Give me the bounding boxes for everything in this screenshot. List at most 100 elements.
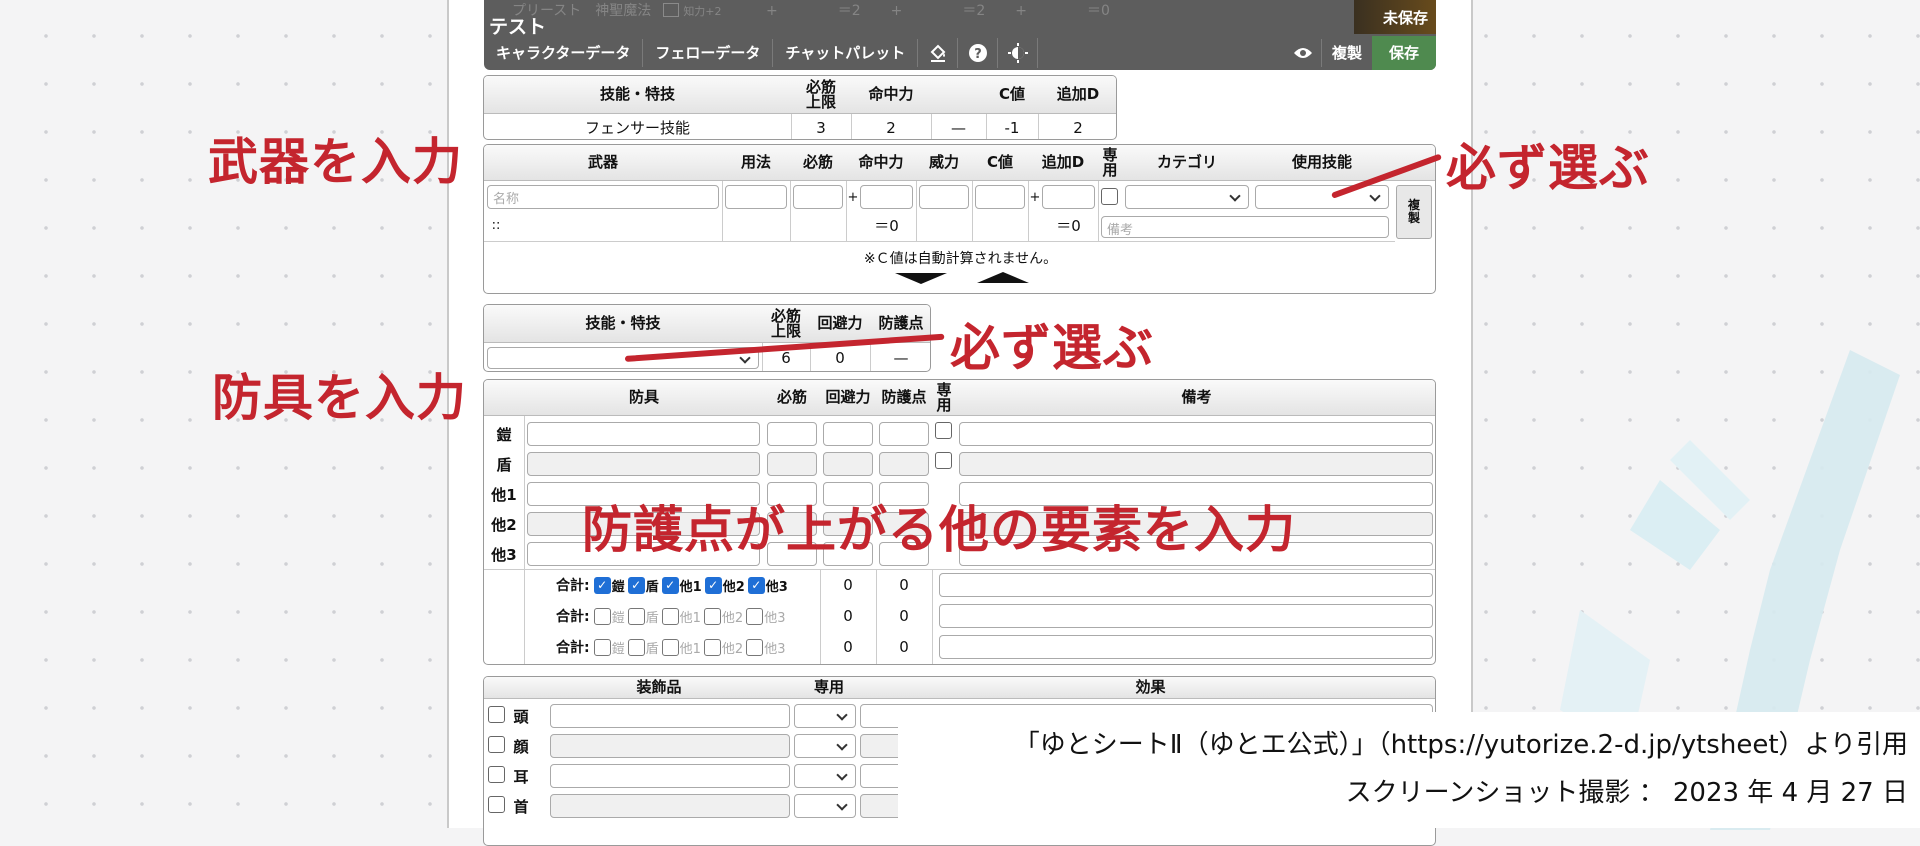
accessory-exclusive-select[interactable] <box>794 734 856 758</box>
weapon-exclusive-checkbox[interactable] <box>1101 188 1118 205</box>
shield-defense-input[interactable] <box>879 452 929 476</box>
shield-name-input[interactable] <box>527 452 760 476</box>
menu-fellow-data[interactable]: フェローデータ <box>643 39 774 67</box>
col-category: カテゴリ <box>1156 153 1217 171</box>
totals-label: 合計: <box>556 578 590 594</box>
duplicate-button[interactable]: 複製 <box>1320 39 1372 67</box>
weapon-usage-input[interactable] <box>725 185 787 209</box>
accessory-name-input[interactable] <box>550 704 790 728</box>
add-row-button[interactable] <box>895 273 947 284</box>
accessory-table-header: 装飾品 専用 効果 <box>484 677 1435 699</box>
ghost-val: + <box>1015 3 1028 19</box>
accessory-checkbox[interactable] <box>488 706 505 723</box>
totals-checkbox[interactable] <box>746 638 764 656</box>
totals-checkbox[interactable] <box>593 607 611 625</box>
totals-checkbox[interactable] <box>627 638 645 656</box>
weapon-dmg-total: ＝0 <box>1056 216 1081 235</box>
shield-str-input[interactable] <box>767 452 817 476</box>
totals-label: 合計: <box>556 609 590 625</box>
col-crit: C値 <box>986 153 1013 171</box>
accessory-name-input[interactable] <box>550 794 790 818</box>
armor-str-input[interactable] <box>767 422 817 446</box>
totals-remarks-input[interactable] <box>939 635 1433 659</box>
weapon-name-input[interactable]: 名称 <box>487 185 719 209</box>
shield-exclusive-checkbox[interactable] <box>935 452 952 469</box>
acc-plus: + <box>847 189 859 205</box>
armor-skill-table: 技能・特技 必筋 上限 回避力 防護点 6 0 — <box>483 304 931 372</box>
totals-check-label: 他3 <box>764 641 786 657</box>
row-label-shield: 盾 <box>496 455 512 474</box>
accessory-name-input[interactable] <box>550 734 790 758</box>
col-accuracy: 命中力 <box>868 85 914 103</box>
armor-evasion-input[interactable] <box>823 422 873 446</box>
col-skill: 技能・特技 <box>585 314 661 332</box>
totals-row: 合計: 鎧 盾 他1 他2 他3 <box>556 606 788 626</box>
armor-defense-input[interactable] <box>879 422 929 446</box>
edit-header: プリースト 神聖魔法 知力+2 + ＝2 + ＝2 + ＝0 テスト 未保存 キャラクターデ… <box>484 0 1436 70</box>
weapon-accuracy-input[interactable] <box>860 185 913 209</box>
armor-exclusive-checkbox[interactable] <box>935 422 952 439</box>
armor-defense: — <box>893 349 909 367</box>
weapon-crit-input[interactable] <box>975 185 1025 209</box>
totals-checkbox[interactable] <box>703 607 721 625</box>
accessory-exclusive-select[interactable] <box>794 704 856 728</box>
svg-text:?: ? <box>974 47 982 62</box>
col-evasion: 回避力 <box>825 388 871 406</box>
totals-checkbox[interactable] <box>746 607 764 625</box>
totals-checkbox[interactable] <box>627 607 645 625</box>
weapon-category-select[interactable] <box>1125 185 1249 209</box>
skill-table-header: 技能・特技 必筋 上限 命中力 C値 追加D <box>484 76 1116 114</box>
col-effect: 効果 <box>1135 678 1166 696</box>
totals-remarks-input[interactable] <box>939 573 1433 597</box>
drag-handle-icon[interactable]: :: <box>490 213 502 237</box>
ghost-val: ＝2 <box>837 3 861 19</box>
accessory-exclusive-select[interactable] <box>794 764 856 788</box>
armor-name-input[interactable] <box>527 422 760 446</box>
armor-table-header: 防具 必筋 回避力 防護点 専 用 備考 <box>484 380 1435 416</box>
shield-remarks-input[interactable] <box>959 452 1433 476</box>
col-exclusive: 専用 <box>813 678 844 696</box>
menu-chat-palette[interactable]: チャットパレット <box>773 39 919 67</box>
totals-checkbox[interactable]: ✓ <box>704 576 722 594</box>
annotation-must-select-2: 必ず選ぶ <box>950 319 1154 377</box>
weapon-skill-select[interactable] <box>1255 185 1389 209</box>
totals-checkbox[interactable]: ✓ <box>747 576 765 594</box>
totals-defense: 0 <box>899 575 909 594</box>
accessory-checkbox[interactable] <box>488 766 505 783</box>
eye-icon[interactable] <box>1285 46 1321 60</box>
armor-remarks-input[interactable] <box>959 422 1433 446</box>
weapon-str-input[interactable] <box>793 185 843 209</box>
weapon-extra-dmg-input[interactable] <box>1042 185 1095 209</box>
col-evasion: 回避力 <box>817 314 863 332</box>
totals-remarks-input[interactable] <box>939 604 1433 628</box>
menu-character-data[interactable]: キャラクターデータ <box>484 39 644 67</box>
paint-bucket-icon[interactable] <box>918 38 959 68</box>
totals-checkbox[interactable] <box>593 638 611 656</box>
weapon-note-input[interactable]: 備考 <box>1101 216 1389 238</box>
totals-checkbox[interactable] <box>703 638 721 656</box>
totals-checkbox[interactable] <box>661 607 679 625</box>
row-label-other3: 他3 <box>491 545 517 564</box>
accessory-name-input[interactable] <box>550 764 790 788</box>
totals-checkbox[interactable]: ✓ <box>661 576 679 594</box>
totals-checkbox[interactable]: ✓ <box>593 576 611 594</box>
totals-checkbox[interactable] <box>661 638 679 656</box>
weapon-skill-table: 技能・特技 必筋 上限 命中力 C値 追加D フェンサー技能 3 2 — -1 … <box>483 75 1117 140</box>
theme-toggle-icon[interactable] <box>998 38 1039 68</box>
shield-evasion-input[interactable] <box>823 452 873 476</box>
accessory-checkbox[interactable] <box>488 796 505 813</box>
save-button[interactable]: 保存 <box>1372 36 1436 70</box>
weapon-accuracy-total: ＝0 <box>874 216 899 235</box>
crit-note: ※Ｃ値は自動計算されません。 <box>863 251 1058 267</box>
col-empty <box>931 76 986 113</box>
remove-row-button[interactable] <box>977 272 1029 283</box>
weapon-power-input[interactable] <box>919 185 969 209</box>
help-icon[interactable]: ? <box>958 38 999 68</box>
ghost-val: ＝0 <box>1087 3 1110 19</box>
col-str-max: 必筋 上限 <box>770 306 801 340</box>
weapon-duplicate-button[interactable]: 複 製 <box>1396 185 1432 239</box>
accessory-exclusive-select[interactable] <box>794 794 856 818</box>
accessory-checkbox[interactable] <box>488 736 505 753</box>
totals-evasion: 0 <box>843 575 853 594</box>
totals-checkbox[interactable]: ✓ <box>627 576 645 594</box>
